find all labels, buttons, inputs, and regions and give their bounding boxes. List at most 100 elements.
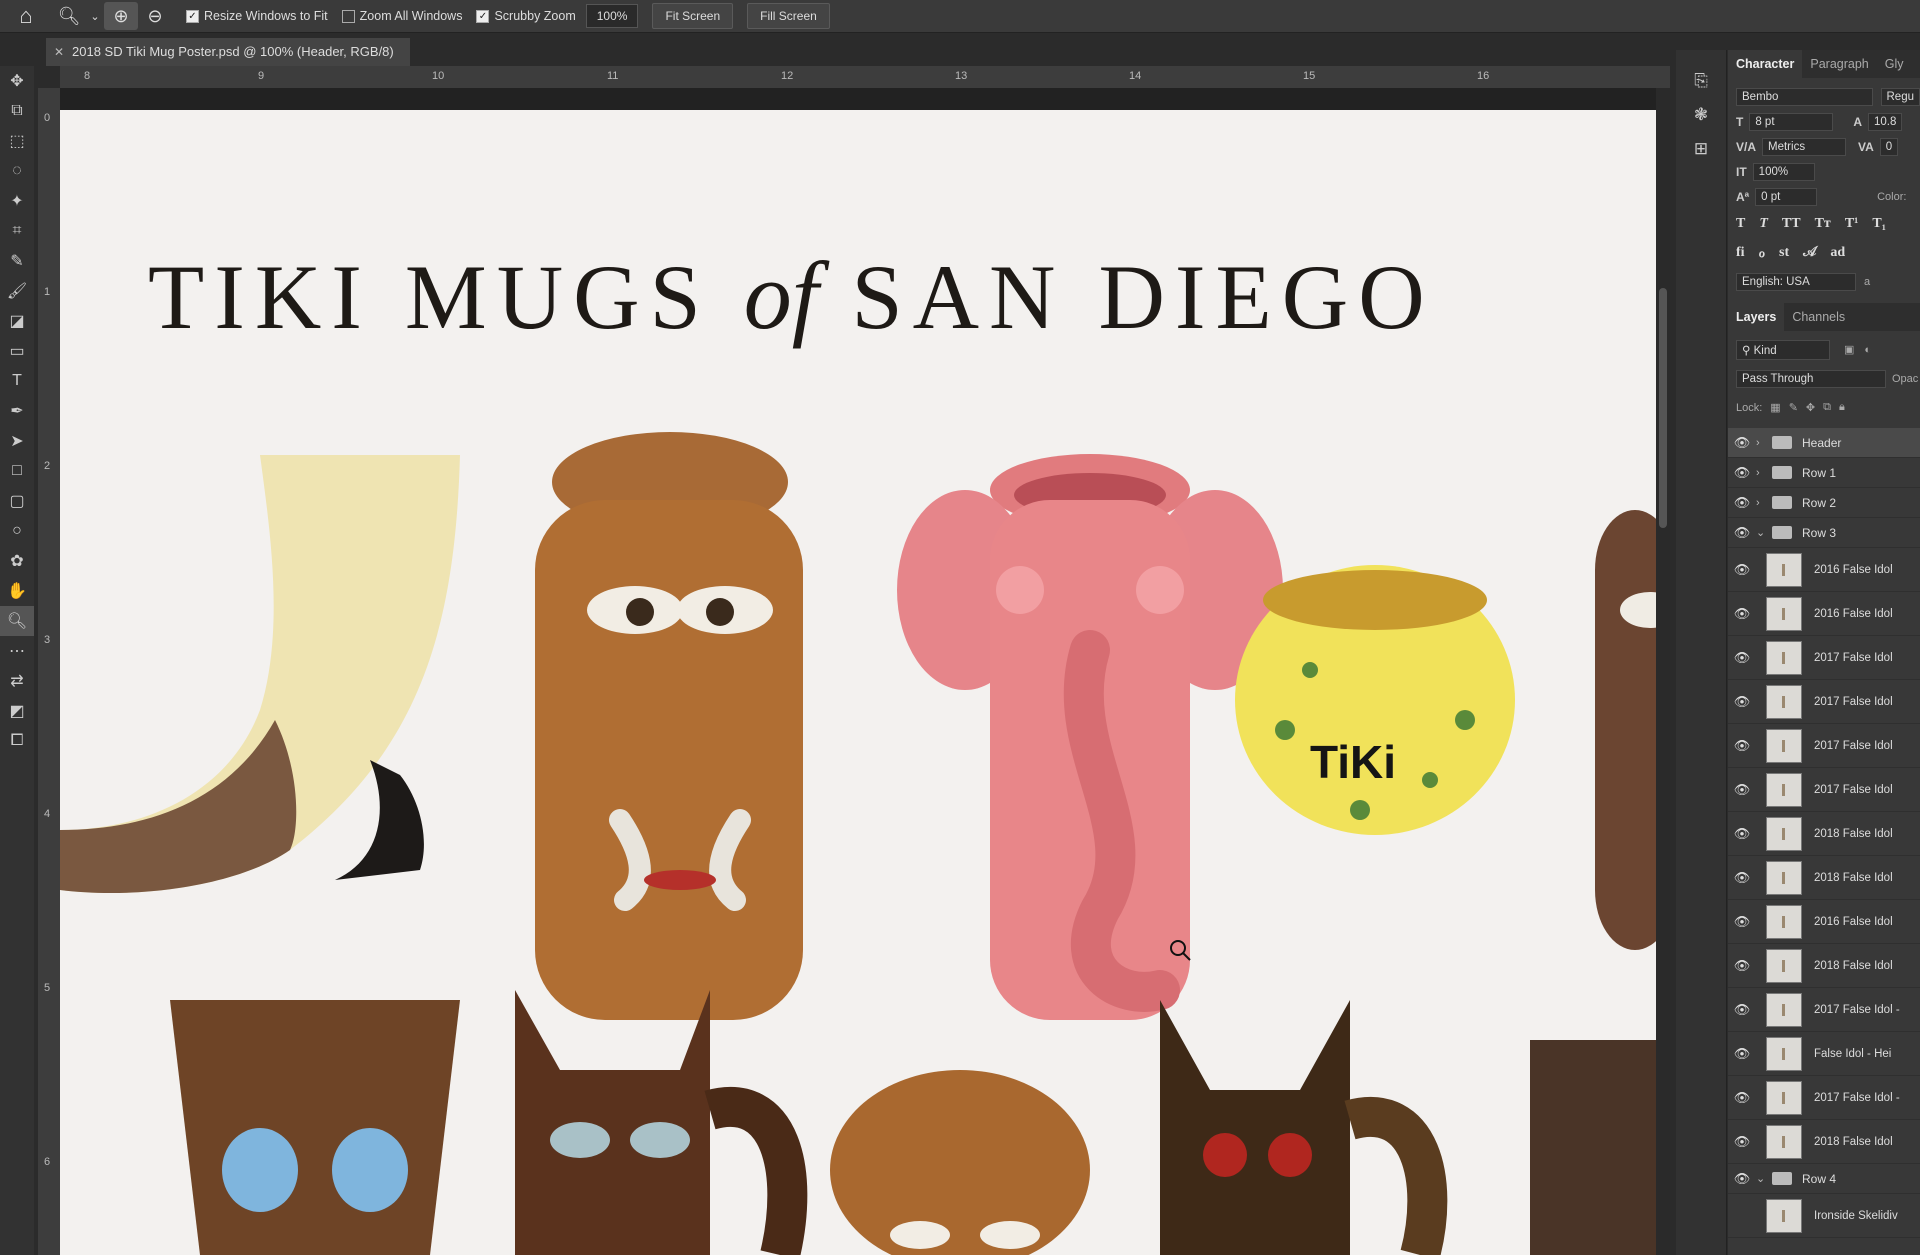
tab-paragraph[interactable]: Paragraph (1802, 50, 1876, 78)
layer-row[interactable]: 👁︎ 2017 False Idol (1728, 680, 1920, 724)
visibility-eye-icon[interactable]: 👁︎ (1728, 738, 1756, 754)
visibility-eye-icon[interactable]: 👁︎ (1728, 1134, 1756, 1150)
poster-document[interactable]: TIKI MUGS of SAN DIEGO TiKi (60, 110, 1656, 1255)
scrollbar-thumb[interactable] (1659, 288, 1667, 528)
resize-windows-checkbox[interactable]: ✓ Resize Windows to Fit (186, 9, 328, 23)
marquee-tool-icon[interactable]: ⬚ (0, 126, 34, 156)
filter-adjustment-icon[interactable]: ◐ (1864, 344, 1871, 356)
visibility-eye-icon[interactable]: 👁︎ (1728, 694, 1756, 710)
chevron-down-icon[interactable]: ⌄ (1756, 1172, 1772, 1185)
brush-settings-icon[interactable]: ❃ (1676, 98, 1726, 132)
vertical-scrollbar[interactable] (1656, 88, 1670, 1255)
anti-alias-select[interactable]: a (1864, 276, 1870, 288)
hand-tool-icon[interactable]: ✋ (0, 576, 34, 606)
visibility-eye-icon[interactable]: 👁︎ (1728, 525, 1756, 541)
tab-layers[interactable]: Layers (1728, 303, 1785, 331)
kerning-field[interactable]: Metrics (1762, 137, 1847, 156)
layer-row[interactable]: 👁︎ False Idol - Hei (1728, 1032, 1920, 1076)
grid-panel-icon[interactable]: ⊞ (1676, 132, 1726, 166)
chevron-down-icon[interactable]: ⌄ (1756, 526, 1772, 539)
subscript-icon[interactable]: T₁ (1872, 216, 1886, 232)
custom-shape-icon[interactable]: ✿ (0, 546, 34, 576)
brush-tool-icon[interactable]: 🖌︎ (0, 276, 34, 306)
tab-channels[interactable]: Channels (1784, 303, 1853, 331)
rounded-rect-tool-icon[interactable]: ▢ (0, 486, 34, 516)
zoom-level-field[interactable]: 100% (585, 4, 639, 28)
home-icon[interactable]: ⌂ (0, 3, 52, 29)
magic-wand-icon[interactable]: ✦ (0, 186, 34, 216)
tracking-field[interactable]: 0 (1879, 137, 1899, 156)
horizontal-ruler[interactable]: 8 9 10 11 12 13 14 15 16 (60, 66, 1670, 89)
baseline-shift-field[interactable]: 0 pt (1755, 187, 1818, 206)
layer-row[interactable]: 👁︎ 2016 False Idol (1728, 592, 1920, 636)
visibility-eye-icon[interactable]: 👁︎ (1728, 606, 1756, 622)
layer-row[interactable]: 👁︎ 2017 False Idol - (1728, 1076, 1920, 1120)
history-icon[interactable]: ⎘ (1676, 64, 1726, 98)
superscript-icon[interactable]: T¹ (1845, 216, 1859, 232)
color-swatches-icon[interactable]: ◩ (0, 696, 34, 726)
visibility-eye-icon[interactable]: 👁︎ (1728, 870, 1756, 886)
leading-field[interactable]: 10.8 (1868, 112, 1903, 131)
canvas-area[interactable]: TIKI MUGS of SAN DIEGO TiKi (60, 88, 1656, 1255)
layer-row[interactable]: 👁︎ 2017 False Idol (1728, 724, 1920, 768)
lock-all-icon[interactable]: 🔒︎ (1839, 401, 1845, 414)
lock-transparency-icon[interactable]: ▦ (1770, 401, 1780, 414)
filter-image-icon[interactable]: ▣ (1844, 343, 1854, 356)
font-size-field[interactable]: 8 pt (1749, 112, 1834, 131)
layer-row[interactable]: 👁︎ 2018 False Idol (1728, 944, 1920, 988)
layer-row[interactable]: 👁︎ 2018 False Idol (1728, 1120, 1920, 1164)
chevron-down-icon[interactable]: ⌄ (86, 2, 104, 30)
layer-group[interactable]: 👁︎ › Row 2 (1728, 488, 1920, 518)
ellipse-tool-icon[interactable]: ○ (0, 516, 34, 546)
vertical-scale-field[interactable]: 100% (1752, 162, 1815, 181)
type-tool-icon[interactable]: T (0, 366, 34, 396)
layer-row[interactable]: 👁︎ 2016 False Idol (1728, 900, 1920, 944)
chevron-right-icon[interactable]: › (1756, 437, 1772, 449)
titling-icon[interactable]: 𝒜 (1803, 245, 1816, 261)
layer-row[interactable]: 👁︎ 2017 False Idol - (1728, 988, 1920, 1032)
visibility-eye-icon[interactable]: 👁︎ (1728, 495, 1756, 511)
blend-mode-select[interactable]: Pass Through (1736, 369, 1886, 388)
zoom-all-windows-checkbox[interactable]: Zoom All Windows (341, 9, 462, 23)
vertical-ruler[interactable]: 0 1 2 3 4 5 6 (38, 88, 61, 1255)
layer-group[interactable]: 👁︎ › Header (1728, 428, 1920, 458)
visibility-eye-icon[interactable]: 👁︎ (1728, 562, 1756, 578)
gradient-tool-icon[interactable]: ▭ (0, 336, 34, 366)
font-family-select[interactable]: Bembo (1736, 87, 1873, 106)
lock-pixels-icon[interactable]: ✎ (1789, 401, 1798, 414)
visibility-eye-icon[interactable]: 👁︎ (1728, 958, 1756, 974)
scrubby-zoom-checkbox[interactable]: ✓ Scrubby Zoom (476, 9, 576, 23)
document-tab[interactable]: ✕ 2018 SD Tiki Mug Poster.psd @ 100% (He… (46, 38, 410, 66)
visibility-eye-icon[interactable]: 👁︎ (1728, 1090, 1756, 1106)
tab-character[interactable]: Character (1728, 50, 1803, 78)
path-selection-icon[interactable]: ➤ (0, 426, 34, 456)
layer-row[interactable]: 👁︎ 2018 False Idol (1728, 812, 1920, 856)
lock-position-icon[interactable]: ✥ (1806, 401, 1815, 414)
visibility-eye-icon[interactable]: 👁︎ (1728, 914, 1756, 930)
faux-italic-icon[interactable]: T (1759, 216, 1768, 232)
ligatures-icon[interactable]: fi (1736, 245, 1745, 261)
swap-colors-icon[interactable]: ⇄ (0, 666, 34, 696)
visibility-eye-icon[interactable]: 👁︎ (1728, 782, 1756, 798)
eyedropper-icon[interactable]: ✎ (0, 246, 34, 276)
layer-group[interactable]: 👁︎ ⌄ Row 4 (1728, 1164, 1920, 1194)
zoom-tool-preset-icon[interactable]: 🔍︎ (52, 2, 86, 30)
visibility-eye-icon[interactable]: 👁︎ (1728, 1171, 1756, 1187)
fit-screen-button[interactable]: Fit Screen (652, 3, 734, 29)
chevron-right-icon[interactable]: › (1756, 497, 1772, 509)
zoom-out-icon[interactable]: ⊖ (138, 2, 172, 30)
zoom-in-icon[interactable]: ⊕ (104, 2, 138, 30)
crop-tool-icon[interactable]: ⌗ (0, 216, 34, 246)
visibility-eye-icon[interactable]: 👁︎ (1728, 1046, 1756, 1062)
layer-row[interactable]: 👁︎ 2017 False Idol (1728, 636, 1920, 680)
layer-row[interactable]: 👁︎ 2016 False Idol (1728, 548, 1920, 592)
all-caps-icon[interactable]: TT (1782, 216, 1801, 232)
layer-row[interactable]: Ironside Skelidiv (1728, 1194, 1920, 1238)
artboard-tool-icon[interactable]: ⧉ (0, 96, 34, 126)
more-tools-icon[interactable]: ⋯ (0, 636, 34, 666)
screen-mode-icon[interactable]: ⧠ (0, 726, 34, 756)
stylistic-icon[interactable]: ad (1830, 245, 1845, 261)
tab-glyphs[interactable]: Gly (1877, 50, 1912, 78)
pen-tool-icon[interactable]: ✒ (0, 396, 34, 426)
small-caps-icon[interactable]: Tт (1815, 216, 1831, 232)
